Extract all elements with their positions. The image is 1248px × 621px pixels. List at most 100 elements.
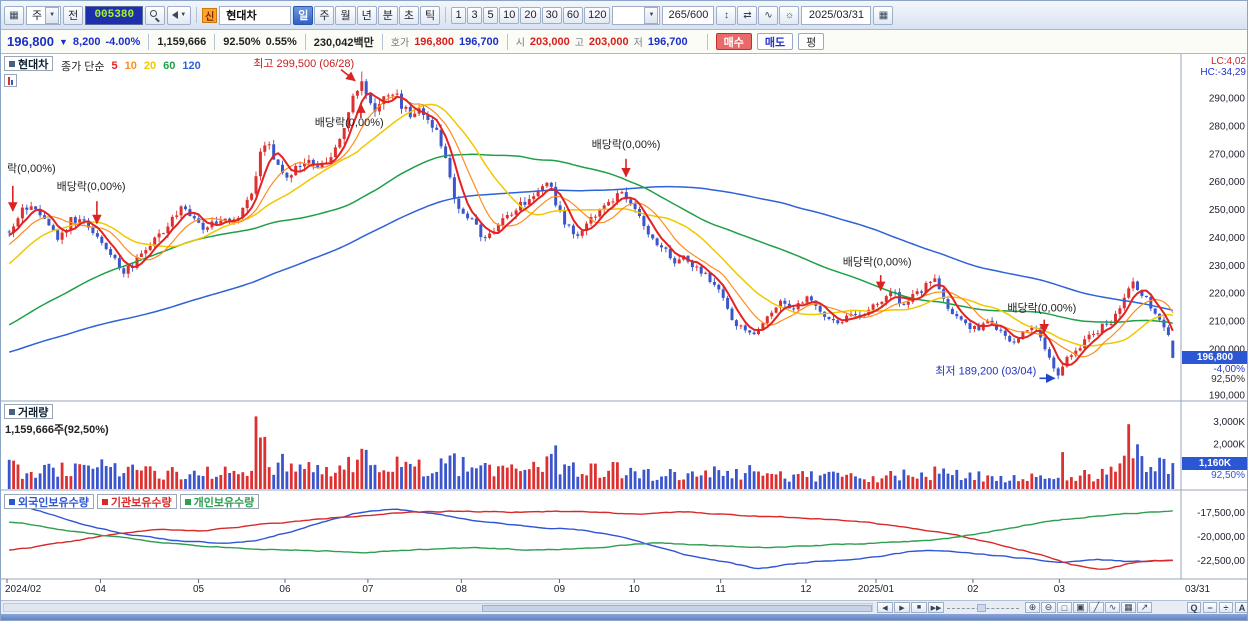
- minute-button-120[interactable]: 120: [584, 6, 611, 24]
- interval-combo[interactable]: ▼: [612, 5, 661, 25]
- corner-tool-Q[interactable]: Q: [1187, 602, 1201, 613]
- price-tick: 190,000: [1209, 390, 1246, 401]
- corner-tool-A[interactable]: A: [1235, 602, 1247, 613]
- sell-button[interactable]: 매도: [756, 33, 794, 50]
- calendar-icon: ▦: [878, 9, 889, 21]
- price-tick: 230,000: [1209, 261, 1246, 272]
- market-type-badge: 신: [202, 7, 218, 23]
- search-button[interactable]: [145, 5, 166, 25]
- playback-button-1[interactable]: ▶: [894, 602, 910, 613]
- price-panel-title: 현대차: [18, 58, 49, 71]
- compare-arrows-icon[interactable]: ⇄: [737, 5, 758, 25]
- minute-button-1[interactable]: 1: [451, 6, 467, 24]
- window-icon[interactable]: ▦: [4, 5, 24, 25]
- settings-icon[interactable]: ☼: [779, 5, 800, 25]
- period-button-1[interactable]: 주: [314, 5, 335, 25]
- holdings-legend-item-2[interactable]: 개인보유수량: [179, 494, 260, 509]
- period-button-2[interactable]: 월: [335, 5, 356, 25]
- arrow-tool-icon[interactable]: ↗: [1137, 602, 1152, 613]
- buy-button[interactable]: 매수: [715, 33, 752, 50]
- holdings-lines-layer: [9, 504, 1173, 570]
- pattern-icon[interactable]: ▦: [1121, 602, 1136, 613]
- area-select-icon[interactable]: □: [1057, 602, 1072, 613]
- holdings-legend-label: 개인보유수량: [193, 496, 255, 509]
- annotation-high-annotation: 최고 299,500 (06/28): [253, 57, 354, 70]
- price-tick: 280,000: [1209, 121, 1246, 132]
- corner-tool-buttons: Q − ÷ A: [1187, 602, 1247, 613]
- candles-layer: [7, 71, 1175, 380]
- x-axis-end-label: 03/31: [1185, 584, 1210, 595]
- price-tick: 270,000: [1209, 149, 1246, 160]
- chart-scrollbar-track[interactable]: [3, 603, 873, 612]
- price-tick: 260,000: [1209, 177, 1246, 188]
- chart-svg[interactable]: 290,000 280,000 270,000 260,000 250,000 240,0…: [1, 54, 1248, 600]
- period-button-4[interactable]: 분: [377, 5, 398, 25]
- minute-button-3[interactable]: 3: [467, 6, 483, 24]
- annotation-dividend-0: 락(0,00%): [7, 162, 56, 175]
- price-tick: 250,000: [1209, 205, 1246, 216]
- avg-button[interactable]: 평: [798, 33, 825, 50]
- price-panel-title-box[interactable]: 현대차: [4, 56, 54, 71]
- minute-button-20[interactable]: 20: [520, 6, 541, 24]
- holdings-tick: -17,500,00: [1197, 508, 1245, 519]
- trendline-icon[interactable]: ╱: [1089, 602, 1104, 613]
- chart-type-button[interactable]: [4, 74, 17, 87]
- separator: [445, 7, 447, 23]
- stock-name-box[interactable]: 현대차: [219, 5, 292, 25]
- period-button-3[interactable]: 년: [356, 5, 377, 25]
- ma-legend-items: 5 10 20 60 120: [112, 60, 201, 72]
- annotation-dividend-1: 배당락(0,00%): [57, 180, 126, 193]
- candle-count-display[interactable]: 265/600: [662, 5, 715, 25]
- chart-window: ▦ 주 ▼ 전 ▼ 신 현대차 일주월년분초틱 13510203060120 ▼…: [0, 0, 1248, 621]
- price-tick: 220,000: [1209, 289, 1246, 300]
- period-group: 일주월년분초틱: [293, 5, 441, 25]
- chart-canvas[interactable]: 290,000 280,000 270,000 260,000 250,000 240,0…: [1, 54, 1248, 600]
- candle-icon: [11, 80, 13, 85]
- wave-icon[interactable]: ∿: [1105, 602, 1120, 613]
- holdings-legend-item-1[interactable]: 기관보유수량: [96, 494, 177, 509]
- x-axis-label: 05: [193, 584, 205, 595]
- period-button-5[interactable]: 초: [398, 5, 419, 25]
- annotation-arrow-high-annotation: [340, 68, 356, 82]
- zoom-slider-thumb[interactable]: [977, 604, 986, 612]
- hc-indicator: HC:-34,29: [1200, 67, 1246, 78]
- playback-button-0[interactable]: ◀: [877, 602, 893, 613]
- minute-button-60[interactable]: 60: [562, 6, 584, 24]
- x-axis-label: 10: [629, 584, 641, 595]
- ma-legend-prefix: 종가 단순: [61, 61, 105, 73]
- chart-scrollbar-thumb[interactable]: [482, 605, 872, 612]
- candle-icon: [8, 77, 10, 85]
- period-button-0[interactable]: 일: [293, 5, 314, 25]
- zoom-out-icon[interactable]: ⊖: [1041, 602, 1056, 613]
- stock-code-input[interactable]: [85, 5, 144, 25]
- ma-legend-5: 5: [111, 60, 118, 72]
- calendar-button[interactable]: ▦: [873, 5, 894, 25]
- minute-button-30[interactable]: 30: [541, 6, 562, 24]
- chevron-down-icon[interactable]: ▼: [644, 6, 659, 24]
- corner-tool-−[interactable]: −: [1203, 602, 1217, 613]
- minute-button-5[interactable]: 5: [483, 6, 499, 24]
- grid-icon[interactable]: ▣: [1073, 602, 1088, 613]
- playback-button-2[interactable]: ■: [911, 602, 927, 613]
- zoom-in-icon[interactable]: ⊕: [1025, 602, 1040, 613]
- holdings-legend-label: 기관보유수량: [110, 496, 172, 509]
- minute-button-10[interactable]: 10: [499, 6, 520, 24]
- holdings-legend-item-0[interactable]: 외국인보유수량: [4, 494, 94, 509]
- updown-arrows-icon[interactable]: ↕: [716, 5, 737, 25]
- volume-panel-title-box[interactable]: 거래량: [4, 404, 54, 419]
- playback-button-3[interactable]: ▶▶: [928, 602, 944, 613]
- sound-button[interactable]: ▼: [167, 5, 192, 25]
- prev-stock-button[interactable]: 전: [63, 5, 84, 25]
- stock-type-combo[interactable]: 주 ▼: [26, 5, 62, 25]
- wave-tool-icon[interactable]: ∿: [758, 5, 779, 25]
- price-badge-ratio: 92,50%: [1211, 374, 1245, 385]
- volume-tick: 3,000K: [1213, 417, 1245, 428]
- separator: [381, 33, 383, 50]
- panel-icon: [9, 60, 15, 67]
- date-display[interactable]: 2025/03/31: [801, 5, 872, 25]
- period-button-6[interactable]: 틱: [419, 5, 441, 25]
- chevron-down-icon[interactable]: ▼: [45, 6, 60, 24]
- corner-tool-÷[interactable]: ÷: [1219, 602, 1233, 613]
- x-axis-label: 02: [967, 584, 979, 595]
- volume-tick: 2,000K: [1213, 439, 1245, 450]
